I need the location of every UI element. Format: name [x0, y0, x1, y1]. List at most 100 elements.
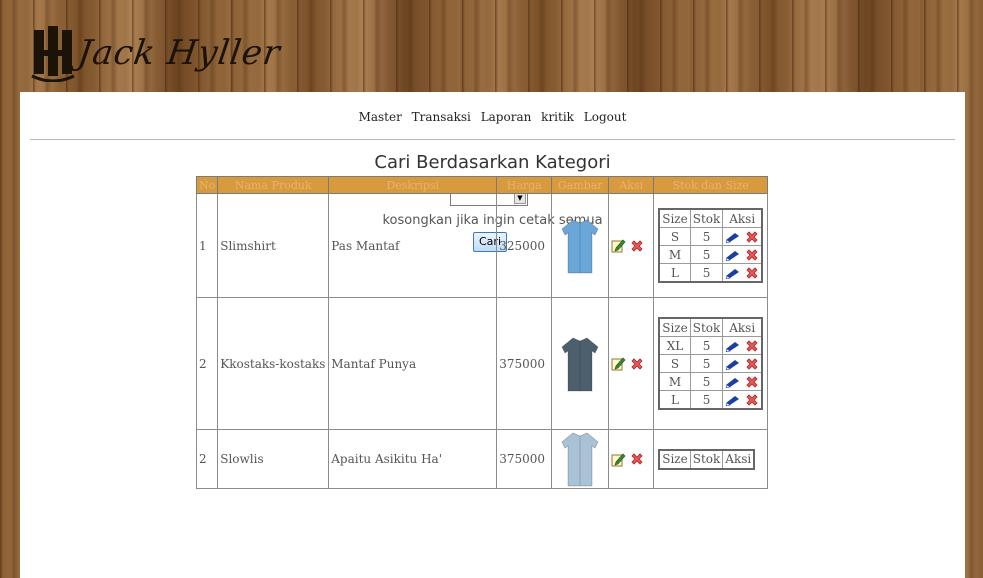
stock-qty: 5	[689, 245, 724, 264]
nav-laporan[interactable]: Laporan	[481, 110, 532, 124]
stock-row: L5	[658, 390, 763, 410]
stock-row: XL 5	[658, 336, 763, 355]
table-row: 1 Slimshirt Pas Mantaf 325000 Size Stok Aksi S…	[195, 193, 769, 298]
col-deskripsi: Deskripsi	[328, 176, 498, 194]
delete-stock-icon[interactable]	[745, 375, 759, 389]
stock-table: Size Stok Aksi XL 5 S5 M5 L5	[658, 317, 764, 410]
product-image	[561, 219, 599, 273]
pencil-icon[interactable]	[725, 267, 741, 279]
pencil-icon[interactable]	[725, 358, 741, 370]
page-title: Cari Berdasarkan Kategori	[374, 152, 611, 173]
stock-qty: 5	[689, 263, 724, 283]
stock-actions	[722, 390, 763, 410]
stock-row: S5	[658, 227, 763, 246]
cell-actions	[608, 297, 655, 430]
delete-stock-icon[interactable]	[745, 339, 759, 353]
cell-image	[551, 297, 610, 430]
cell-price: 375000	[496, 297, 553, 430]
pencil-icon[interactable]	[725, 231, 741, 243]
table-row: 2 Kkostaks-kostaks Mantaf Punya 375000 Size…	[195, 297, 769, 430]
table-header-row: No Nama Produk Deskripsi Harga Gambar Ak…	[195, 176, 769, 194]
cell-image	[551, 193, 610, 298]
stock-col-stok: Stok	[689, 208, 724, 228]
stock-row: M5	[658, 372, 763, 391]
logo-monogram-icon	[31, 26, 75, 82]
stock-size: XL	[658, 336, 691, 355]
stock-col-stok: Stok	[689, 317, 724, 337]
cell-stock: Size Stok Aksi XL 5 S5 M5 L5	[653, 297, 769, 430]
delete-icon[interactable]	[630, 452, 644, 466]
edit-icon[interactable]	[611, 238, 626, 253]
nav-master[interactable]: Master	[359, 110, 402, 124]
stock-actions	[722, 336, 763, 355]
stock-size: M	[658, 372, 691, 391]
col-no: No	[195, 176, 219, 194]
col-stok-size: Stok dan Size	[653, 176, 769, 194]
pencil-icon[interactable]	[725, 394, 741, 406]
cell-actions	[608, 429, 655, 489]
product-image	[561, 432, 599, 487]
product-table: No Nama Produk Deskripsi Harga Gambar Ak…	[195, 176, 769, 489]
stock-size: M	[658, 245, 691, 264]
stock-row: S5	[658, 354, 763, 373]
pencil-icon[interactable]	[725, 376, 741, 388]
cell-no: 1	[195, 193, 219, 298]
col-nama-produk: Nama Produk	[217, 176, 330, 194]
stock-qty: 5	[689, 390, 724, 410]
table-row: 2 Slowlis Apaitu Asikitu Ha' 375000 Size Sto…	[195, 429, 769, 489]
stock-size: S	[658, 227, 691, 246]
cell-name: Slimshirt	[217, 193, 330, 298]
col-aksi: Aksi	[608, 176, 655, 194]
stock-table: Size Stok Aksi S 5 M5 L5	[658, 208, 764, 283]
stock-col-aksi: Aksi	[722, 208, 763, 228]
cell-name: Slowlis	[217, 429, 330, 489]
stock-col-size: Size	[658, 449, 691, 469]
cell-desc: Pas Mantaf	[328, 193, 498, 298]
delete-stock-icon[interactable]	[745, 230, 759, 244]
cell-desc: Apaitu Asikitu Ha'	[328, 429, 498, 489]
stock-actions	[722, 354, 763, 373]
brand-name: Jack Hyller	[75, 33, 284, 73]
stock-qty: 5	[689, 336, 724, 355]
delete-stock-icon[interactable]	[745, 266, 759, 280]
cell-name: Kkostaks-kostaks	[217, 297, 330, 430]
nav-kritik[interactable]: kritik	[541, 110, 574, 124]
stock-col-aksi: Aksi	[722, 317, 763, 337]
cell-no: 2	[195, 297, 219, 430]
stock-actions	[722, 263, 763, 283]
edit-icon[interactable]	[611, 356, 626, 371]
cell-stock: Size Stok Aksi	[653, 429, 769, 489]
delete-icon[interactable]	[630, 357, 644, 371]
cell-actions	[608, 193, 655, 298]
stock-size: L	[658, 263, 691, 283]
stock-actions	[722, 372, 763, 391]
product-image	[561, 337, 599, 391]
cell-image	[551, 429, 610, 489]
cell-no: 2	[195, 429, 219, 489]
main-nav: Master Transaksi Laporan kritik Logout	[20, 110, 965, 124]
nav-logout[interactable]: Logout	[584, 110, 627, 124]
delete-stock-icon[interactable]	[745, 357, 759, 371]
stock-actions	[722, 245, 763, 264]
col-harga: Harga	[496, 176, 553, 194]
pencil-icon[interactable]	[725, 340, 741, 352]
stock-row: L5	[658, 263, 763, 283]
stock-qty: 5	[689, 372, 724, 391]
cell-stock: Size Stok Aksi S 5 M5 L5	[653, 193, 769, 298]
stock-qty: 5	[689, 354, 724, 373]
stock-size: L	[658, 390, 691, 410]
stock-col-size: Size	[658, 208, 691, 228]
delete-stock-icon[interactable]	[745, 393, 759, 407]
stock-qty: 5	[689, 227, 724, 246]
cell-desc: Mantaf Punya	[328, 297, 498, 430]
delete-stock-icon[interactable]	[745, 248, 759, 262]
stock-col-size: Size	[658, 317, 691, 337]
col-gambar: Gambar	[551, 176, 610, 194]
nav-transaksi[interactable]: Transaksi	[412, 110, 471, 124]
divider	[30, 139, 955, 140]
stock-row: M5	[658, 245, 763, 264]
edit-icon[interactable]	[611, 452, 626, 467]
delete-icon[interactable]	[630, 239, 644, 253]
brand-logo: Jack Hyller	[30, 22, 284, 84]
pencil-icon[interactable]	[725, 249, 741, 261]
